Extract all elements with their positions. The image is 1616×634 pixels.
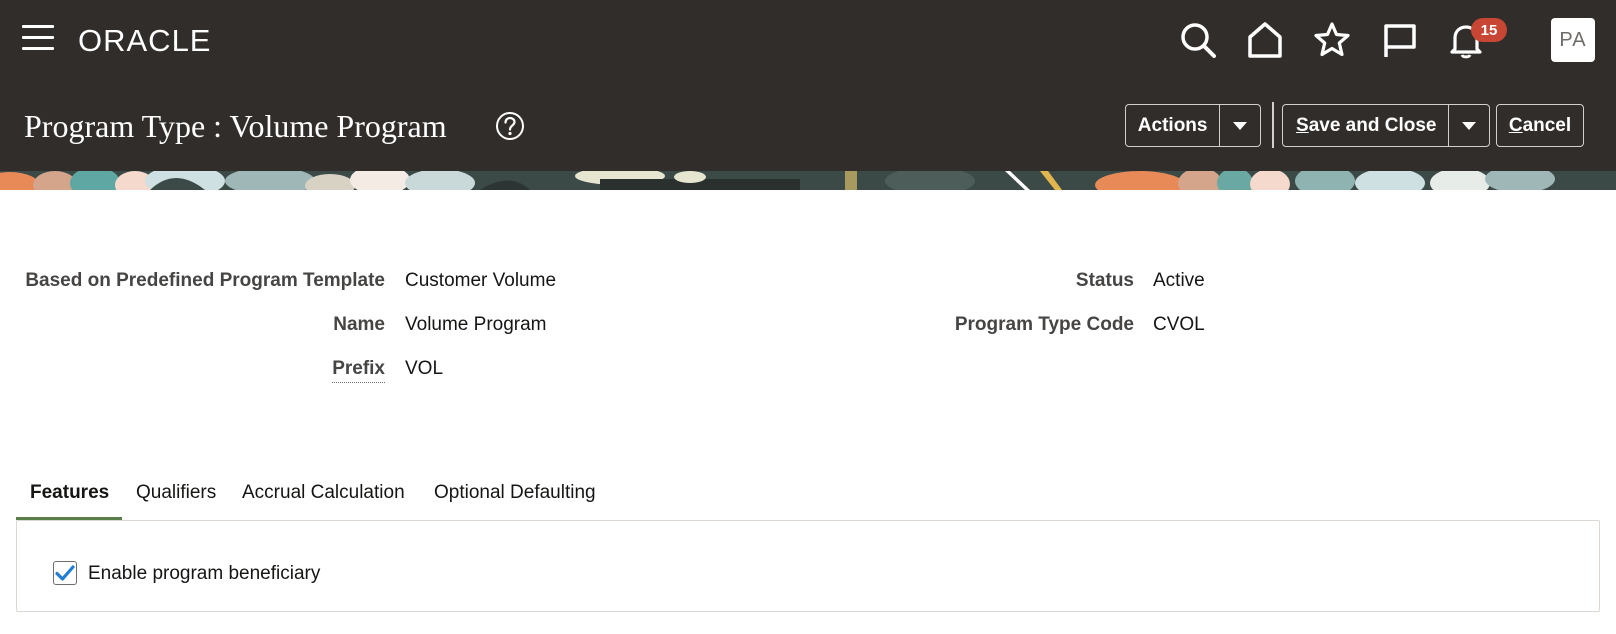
toolbar-divider [1272, 102, 1274, 148]
tab-qualifiers[interactable]: Qualifiers [136, 482, 216, 504]
name-value: Volume Program [405, 314, 547, 335]
save-and-close-button[interactable]: Save and Close [1282, 104, 1490, 147]
status-value: Active [1153, 270, 1205, 291]
tab-accrual-calculation[interactable]: Accrual Calculation [242, 482, 405, 504]
tab-optional-defaulting[interactable]: Optional Defaulting [434, 482, 596, 504]
decorative-banner [0, 171, 1616, 190]
cancel-label: Cancel [1508, 114, 1572, 136]
home-icon[interactable] [1245, 20, 1285, 60]
notification-count-badge: 15 [1471, 18, 1507, 42]
template-value: Customer Volume [405, 270, 557, 291]
hamburger-menu-icon[interactable] [22, 25, 54, 53]
global-header: ORACLE 15 PA [0, 0, 1616, 90]
program-type-code-value: CVOL [1153, 314, 1205, 335]
search-icon[interactable] [1178, 20, 1218, 60]
actions-button-label: Actions [1137, 114, 1208, 136]
save-and-close-label: Save and Close [1296, 114, 1437, 136]
actions-menu-button[interactable]: Actions [1125, 104, 1261, 147]
prefix-label[interactable]: Prefix [332, 358, 385, 383]
enable-beneficiary-label[interactable]: Enable program beneficiary [88, 563, 320, 585]
page-title: Program Type : Volume Program [24, 108, 447, 144]
flag-icon[interactable] [1379, 20, 1419, 60]
program-type-code-label: Program Type Code [954, 314, 1134, 335]
chevron-down-icon[interactable] [1449, 105, 1489, 146]
user-avatar[interactable]: PA [1551, 18, 1595, 62]
tab-features[interactable]: Features [30, 482, 109, 504]
enable-beneficiary-checkbox[interactable] [53, 561, 77, 585]
oracle-logo: ORACLE [78, 26, 211, 54]
prefix-value: VOL [405, 358, 444, 379]
status-label: Status [1075, 270, 1134, 291]
chevron-down-icon[interactable] [1220, 105, 1260, 146]
favorites-star-icon[interactable] [1312, 20, 1352, 60]
help-icon[interactable] [495, 111, 525, 141]
cancel-button[interactable]: Cancel [1496, 104, 1584, 147]
svg-text:ORACLE: ORACLE [78, 26, 211, 54]
template-label: Based on Predefined Program Template [25, 270, 385, 291]
name-label: Name [333, 314, 385, 335]
checkmark-icon [55, 565, 75, 581]
